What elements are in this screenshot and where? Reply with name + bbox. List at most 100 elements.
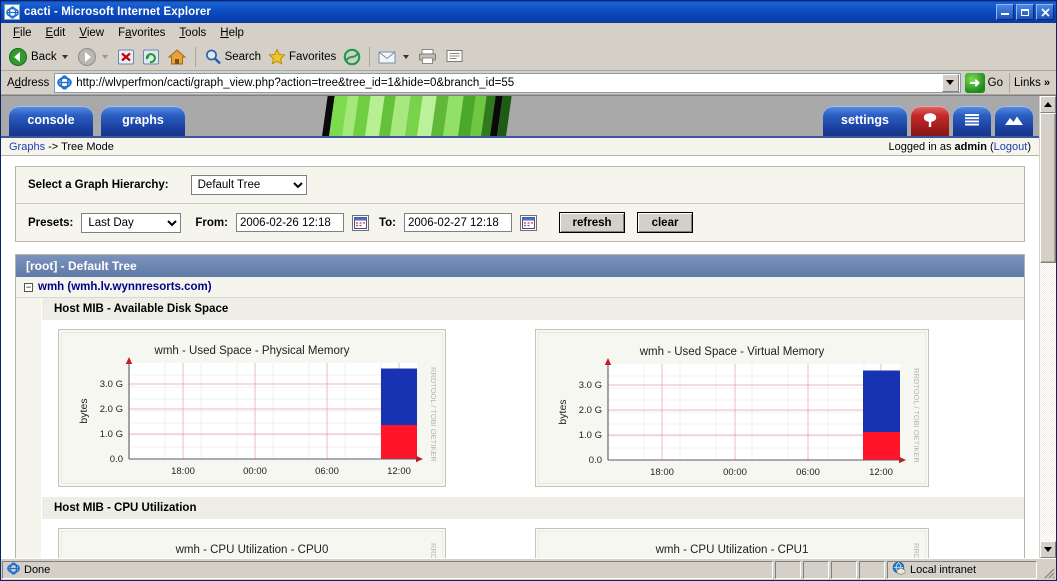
graph-row-cpu: wmh - CPU Utilization - CPU0 RRDTOOL / T… bbox=[42, 520, 1024, 558]
stop-button[interactable] bbox=[114, 45, 138, 69]
media-icon bbox=[344, 48, 361, 65]
scrollbar-track[interactable] bbox=[1040, 113, 1056, 541]
favorites-button[interactable]: Favorites bbox=[265, 45, 339, 69]
mail-button[interactable] bbox=[375, 45, 414, 69]
close-button[interactable] bbox=[1036, 4, 1054, 20]
tree-host-link[interactable]: wmh (wmh.lv.wynnresorts.com) bbox=[38, 281, 212, 293]
graph-cell-cpu0[interactable]: wmh - CPU Utilization - CPU0 RRDTOOL / T… bbox=[58, 528, 446, 558]
ytick-0: 0.0 bbox=[589, 455, 602, 466]
stop-icon bbox=[117, 49, 134, 64]
calendar-icon bbox=[353, 216, 367, 229]
tree-host-row: − wmh (wmh.lv.wynnresorts.com) bbox=[16, 277, 1024, 298]
cacti-tab-tree[interactable] bbox=[911, 106, 949, 136]
graph-virtual-memory[interactable]: wmh - Used Space - Virtual Memory 0.0 1.… bbox=[538, 332, 926, 484]
status-text: Done bbox=[24, 563, 51, 576]
presets-select[interactable]: Last Day bbox=[81, 212, 182, 233]
menu-file[interactable]: File bbox=[6, 25, 39, 41]
search-button[interactable]: Search bbox=[201, 45, 264, 69]
graph-cpu0[interactable]: wmh - CPU Utilization - CPU0 RRDTOOL / T… bbox=[61, 531, 443, 558]
resize-grip[interactable] bbox=[1039, 561, 1055, 579]
xtick-3: 12:00 bbox=[387, 466, 411, 477]
breadcrumb-rest: -> Tree Mode bbox=[45, 140, 114, 153]
scroll-down-button[interactable] bbox=[1040, 541, 1056, 558]
breadcrumb-graphs-link[interactable]: Graphs bbox=[9, 141, 45, 153]
cacti-tab-list[interactable] bbox=[953, 106, 991, 136]
address-dropdown-button[interactable] bbox=[941, 73, 959, 92]
menu-view[interactable]: View bbox=[72, 25, 111, 41]
from-calendar-button[interactable] bbox=[351, 214, 369, 231]
security-zone-panel[interactable]: Local intranet bbox=[887, 560, 1037, 579]
go-button[interactable]: ➜ Go bbox=[961, 72, 1009, 93]
toolbar-separator bbox=[194, 46, 196, 67]
cacti-tab-console[interactable]: console bbox=[9, 106, 93, 136]
print-button[interactable] bbox=[415, 45, 441, 69]
cacti-header-banner: console graphs settings bbox=[1, 96, 1039, 136]
mail-icon bbox=[378, 51, 396, 63]
menu-tools[interactable]: Tools bbox=[172, 25, 213, 41]
menu-favorites[interactable]: Favorites bbox=[111, 25, 172, 41]
globe-shield-icon bbox=[892, 561, 906, 578]
graph-cell-virtual-memory[interactable]: wmh - Used Space - Virtual Memory 0.0 1.… bbox=[535, 329, 929, 487]
media-button[interactable] bbox=[340, 45, 364, 69]
to-date-input[interactable] bbox=[404, 213, 513, 232]
refresh-button[interactable] bbox=[139, 45, 163, 69]
toolbar-separator-2 bbox=[369, 46, 371, 67]
refresh-button[interactable]: refresh bbox=[559, 212, 626, 233]
back-button[interactable]: Back bbox=[5, 45, 73, 69]
breadcrumb: Graphs -> Tree Mode bbox=[9, 141, 114, 153]
back-arrow-icon bbox=[9, 47, 27, 66]
forward-dropdown-icon[interactable] bbox=[101, 54, 108, 59]
graph-title: wmh - Used Space - Physical Memory bbox=[154, 345, 350, 357]
address-url-text[interactable]: http://wlvperfmon/cacti/graph_view.php?a… bbox=[76, 77, 941, 89]
graph-cpu1[interactable]: wmh - CPU Utilization - CPU1 RRDTOOL / T… bbox=[538, 531, 926, 558]
ytick-3: 3.0 G bbox=[579, 380, 602, 391]
graph-physical-memory[interactable]: wmh - Used Space - Physical Memory 0.0 1… bbox=[61, 332, 443, 484]
cacti-tab-graph-view[interactable] bbox=[995, 106, 1033, 136]
ylabel: bytes bbox=[78, 398, 90, 423]
to-calendar-button[interactable] bbox=[520, 214, 538, 231]
timerange-row: Presets: Last Day From: 2006-02-26 12:18… bbox=[16, 203, 1024, 241]
logout-link[interactable]: Logout bbox=[994, 141, 1028, 153]
chevron-double-right-icon[interactable]: » bbox=[1044, 77, 1050, 89]
ytick-2: 2.0 G bbox=[100, 404, 123, 415]
graph-group-cpu-utilization: Host MIB - CPU Utilization bbox=[42, 497, 1024, 520]
security-zone-text: Local intranet bbox=[910, 563, 977, 576]
logout-close-paren: ) bbox=[1027, 140, 1031, 153]
home-button[interactable] bbox=[164, 45, 190, 69]
to-label: To: bbox=[378, 216, 397, 229]
ytick-1: 1.0 G bbox=[579, 430, 602, 441]
cacti-tab-graphs[interactable]: graphs bbox=[101, 106, 185, 136]
status-slot-1 bbox=[775, 560, 801, 579]
links-button[interactable]: Links » bbox=[1009, 72, 1054, 93]
menu-help[interactable]: Help bbox=[213, 25, 251, 41]
forward-button[interactable] bbox=[74, 45, 113, 69]
address-input-wrap[interactable]: http://wlvperfmon/cacti/graph_view.php?a… bbox=[54, 72, 961, 93]
ie-document-icon bbox=[7, 561, 20, 578]
minimize-button[interactable] bbox=[996, 4, 1014, 20]
tree-expander-icon[interactable]: − bbox=[24, 282, 33, 292]
menu-edit[interactable]: Edit bbox=[39, 25, 73, 41]
scroll-up-button[interactable] bbox=[1040, 96, 1056, 113]
menu-bar: File Edit View Favorites Tools Help bbox=[1, 23, 1056, 43]
login-status: Logged in as admin (Logout) bbox=[888, 141, 1031, 153]
hierarchy-select[interactable]: Default Tree bbox=[190, 175, 307, 195]
back-dropdown-icon[interactable] bbox=[61, 54, 68, 59]
mail-dropdown-icon[interactable] bbox=[403, 54, 410, 59]
graph-cell-cpu1[interactable]: wmh - CPU Utilization - CPU1 RRDTOOL / T… bbox=[535, 528, 929, 558]
graph-cell-physical-memory[interactable]: wmh - Used Space - Physical Memory 0.0 1… bbox=[58, 329, 446, 487]
cacti-tab-settings[interactable]: settings bbox=[823, 106, 907, 136]
scrollbar-thumb[interactable] bbox=[1040, 113, 1056, 263]
page-viewport: console graphs settings Graphs -> Tree M… bbox=[1, 95, 1056, 558]
cacti-logo bbox=[321, 96, 521, 136]
maximize-button[interactable] bbox=[1016, 4, 1034, 20]
filter-panel: Select a Graph Hierarchy: Default Tree P… bbox=[15, 166, 1025, 242]
vertical-scrollbar[interactable] bbox=[1039, 96, 1056, 558]
tree-icon bbox=[923, 112, 937, 127]
clear-button[interactable]: clear bbox=[637, 212, 694, 233]
xtick-0: 18:00 bbox=[650, 467, 674, 478]
graph-title: wmh - CPU Utilization - CPU1 bbox=[655, 544, 809, 556]
forward-arrow-icon bbox=[77, 47, 96, 66]
tree-subtree: Host MIB - Available Disk Space wmh - Us… bbox=[16, 298, 1024, 558]
edit-button[interactable] bbox=[442, 45, 468, 69]
from-date-input[interactable] bbox=[235, 213, 344, 232]
